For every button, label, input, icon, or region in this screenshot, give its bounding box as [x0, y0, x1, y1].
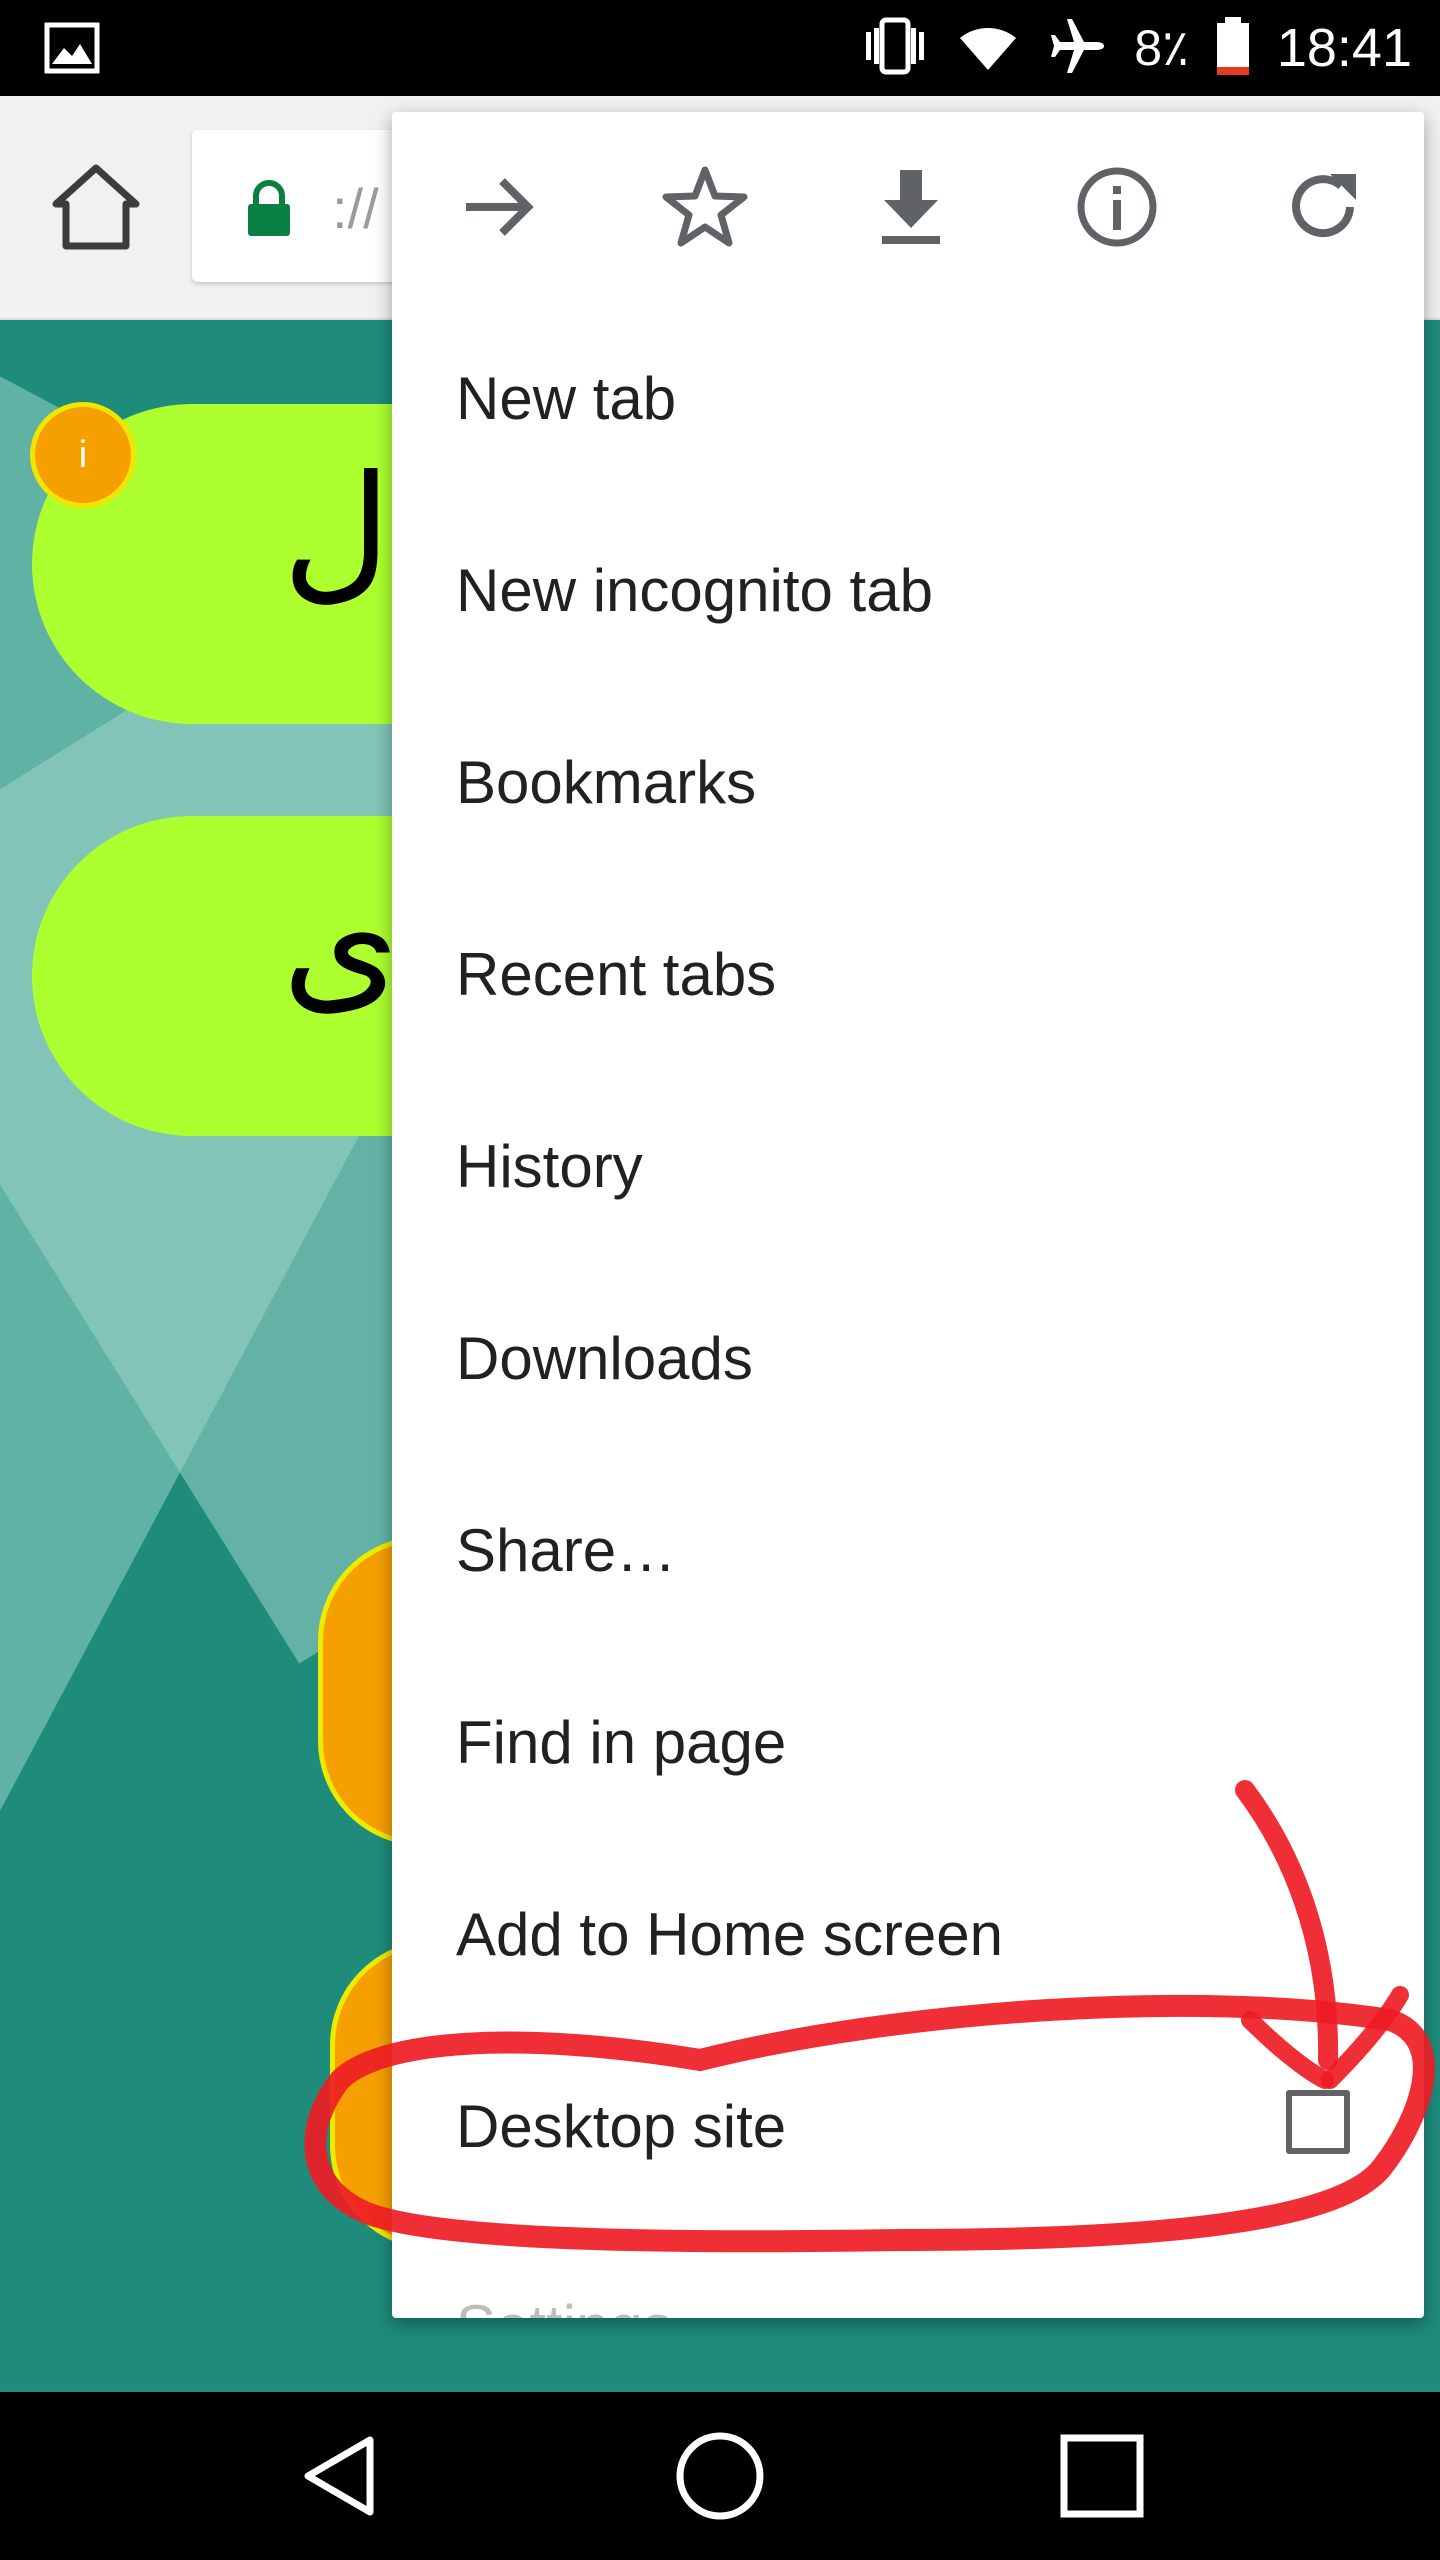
overflow-menu: New tab New incognito tab Bookmarks Rece…: [392, 112, 1424, 2318]
wifi-icon: [956, 18, 1020, 79]
menu-item-label: Downloads: [456, 1325, 753, 1392]
menu-item-label: New tab: [456, 365, 677, 432]
reload-icon[interactable]: [1278, 162, 1368, 252]
status-bar: 8٪ 18:41: [0, 0, 1440, 96]
system-navigation-bar: [0, 2392, 1440, 2560]
menu-item-label: Desktop site: [456, 2093, 787, 2160]
info-icon[interactable]: [1072, 162, 1162, 252]
info-badge[interactable]: i: [30, 402, 136, 508]
menu-item-new-tab[interactable]: New tab: [392, 302, 1424, 494]
menu-item-label: Recent tabs: [456, 941, 777, 1008]
menu-item-label: History: [456, 1133, 643, 1200]
recents-icon[interactable]: [1052, 2426, 1152, 2526]
home-circle-icon[interactable]: [670, 2426, 770, 2526]
screen: 8٪ 18:41 :// ل i ی New tab New incognito…: [0, 0, 1440, 2560]
menu-item-label: Bookmarks: [456, 749, 757, 816]
menu-item-label: Share…: [456, 1517, 677, 1584]
bookmark-star-icon[interactable]: [660, 162, 750, 252]
forward-icon[interactable]: [454, 162, 544, 252]
battery-percent: 8٪: [1134, 20, 1189, 76]
lock-icon: [244, 178, 294, 238]
menu-item-find-in-page[interactable]: Find in page: [392, 1646, 1424, 1838]
vibrate-icon: [860, 16, 930, 81]
menu-item-downloads[interactable]: Downloads: [392, 1262, 1424, 1454]
menu-item-label: Add to Home screen: [456, 1901, 1003, 1968]
url-text: ://: [332, 177, 379, 240]
battery-icon: [1215, 15, 1251, 82]
download-icon[interactable]: [866, 162, 956, 252]
menu-item-history[interactable]: History: [392, 1070, 1424, 1262]
menu-item-settings-peek[interactable]: Settings: [456, 2292, 673, 2318]
back-icon[interactable]: [290, 2426, 390, 2526]
gallery-notification-icon: [44, 22, 100, 74]
menu-icon-row: [392, 112, 1424, 302]
page-button-label: ی: [282, 856, 400, 1030]
menu-item-bookmarks[interactable]: Bookmarks: [392, 686, 1424, 878]
clock: 18:41: [1276, 18, 1412, 78]
menu-item-share[interactable]: Share…: [392, 1454, 1424, 1646]
menu-item-new-incognito-tab[interactable]: New incognito tab: [392, 494, 1424, 686]
menu-item-label: New incognito tab: [456, 557, 933, 624]
menu-item-desktop-site[interactable]: Desktop site: [392, 2030, 1424, 2222]
menu-item-label: Find in page: [456, 1709, 787, 1776]
airplane-mode-icon: [1046, 15, 1108, 82]
menu-item-recent-tabs[interactable]: Recent tabs: [392, 878, 1424, 1070]
desktop-site-checkbox[interactable]: [1286, 2090, 1350, 2154]
menu-item-add-to-home-screen[interactable]: Add to Home screen: [392, 1838, 1424, 2030]
status-icons: 8٪ 18:41: [860, 0, 1412, 96]
page-button-label: ل: [282, 444, 391, 618]
home-icon[interactable]: [48, 160, 144, 256]
